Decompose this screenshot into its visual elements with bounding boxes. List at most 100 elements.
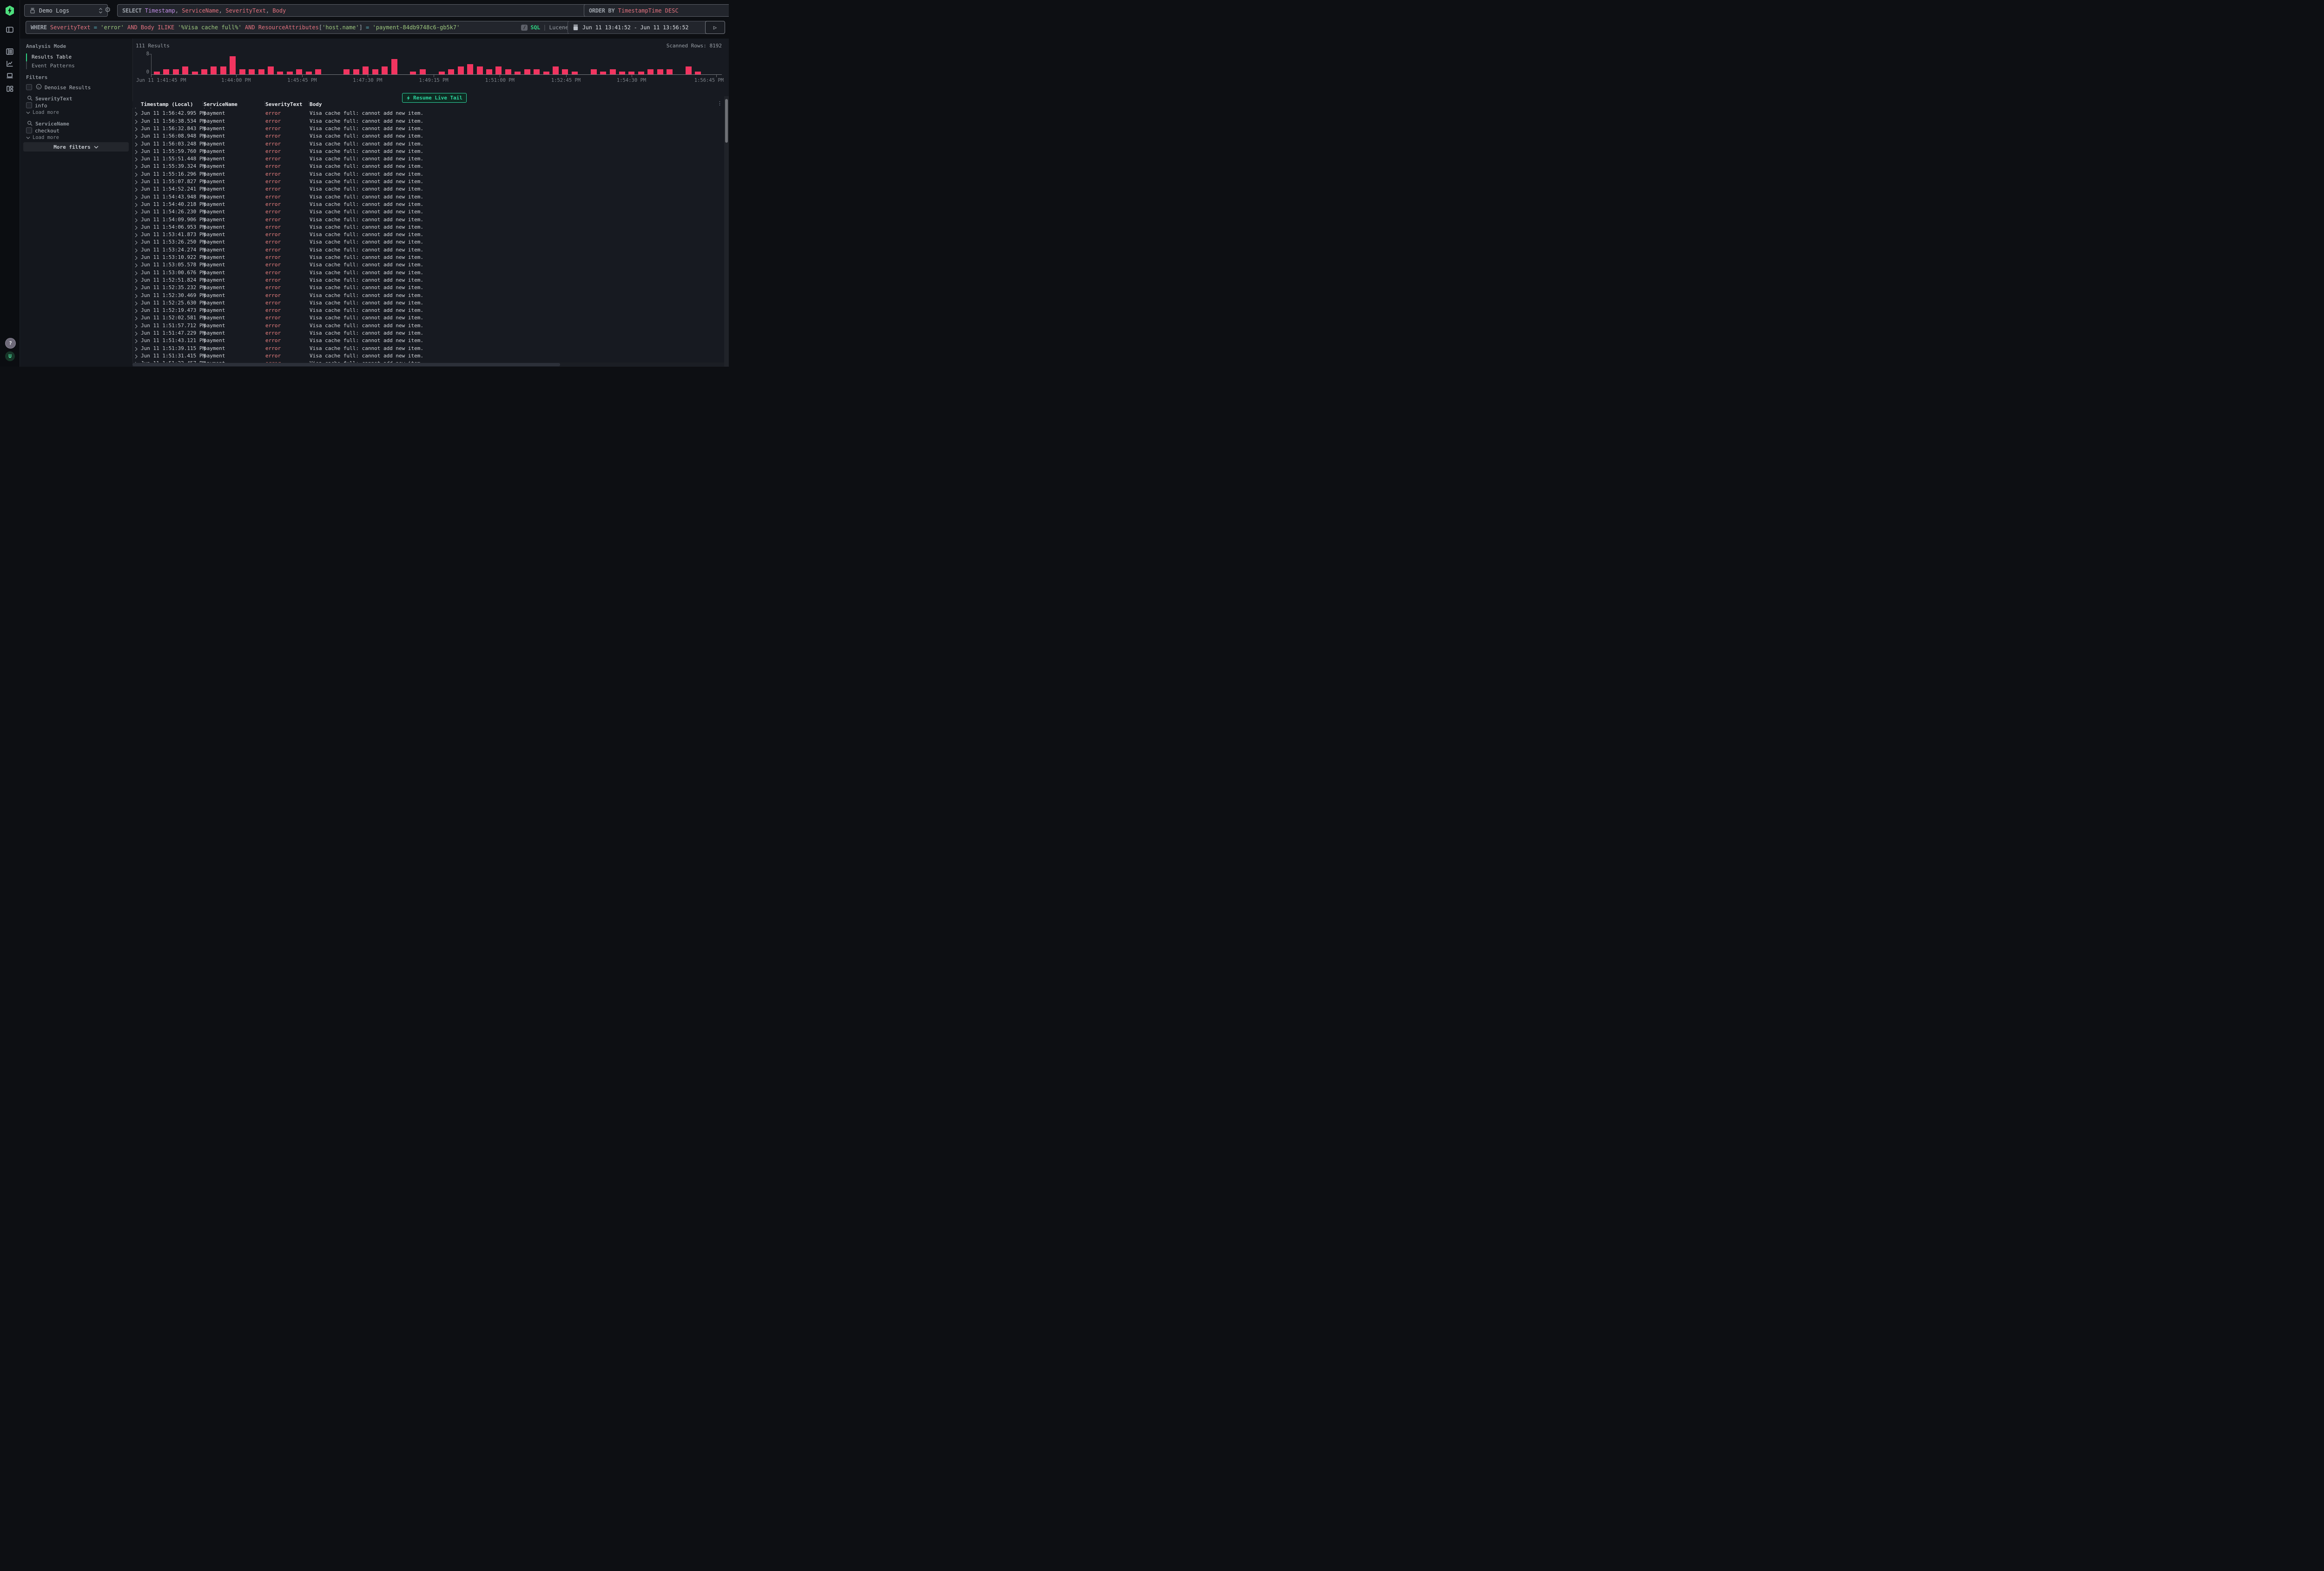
histogram-bar[interactable] — [382, 66, 388, 74]
table-options-icon[interactable]: ⋮ — [717, 100, 722, 106]
collapse-sidebar-icon[interactable] — [6, 26, 14, 34]
histogram-bar[interactable] — [486, 69, 492, 74]
histogram-bar[interactable] — [505, 69, 511, 74]
row-expand-chevron-icon[interactable] — [135, 127, 138, 132]
table-row[interactable]: Jun 11 1:54:26.230 PMpaymenterrorVisa ca… — [132, 208, 724, 216]
vertical-scrollbar[interactable] — [724, 96, 729, 367]
row-expand-chevron-icon[interactable] — [135, 157, 138, 162]
time-range-picker[interactable]: Jun 11 13:41:52 - Jun 11 13:56:52 — [568, 21, 710, 34]
row-expand-chevron-icon[interactable] — [135, 195, 138, 200]
histogram-bar[interactable] — [363, 66, 369, 74]
histogram-bar[interactable] — [391, 59, 397, 74]
table-row[interactable]: Jun 11 1:53:05.578 PMpaymenterrorVisa ca… — [132, 261, 724, 269]
source-select[interactable]: Demo Logs — [24, 4, 108, 17]
more-filters-button[interactable]: More filters — [23, 142, 129, 152]
table-row[interactable]: Jun 11 1:54:06.953 PMpaymenterrorVisa ca… — [132, 224, 724, 231]
load-more-severitytext[interactable]: Load more — [26, 110, 59, 115]
histogram-bar[interactable] — [467, 64, 473, 74]
table-row[interactable]: Jun 11 1:55:07.827 PMpaymenterrorVisa ca… — [132, 178, 724, 186]
table-row[interactable]: Jun 11 1:52:19.473 PMpaymenterrorVisa ca… — [132, 307, 724, 315]
row-expand-chevron-icon[interactable] — [135, 309, 138, 313]
histogram-bar[interactable] — [163, 69, 169, 74]
table-row[interactable]: Jun 11 1:53:26.250 PMpaymenterrorVisa ca… — [132, 238, 724, 246]
filter-option-info-label[interactable]: info — [35, 103, 47, 109]
sessions-laptop-icon[interactable] — [6, 72, 14, 80]
row-expand-chevron-icon[interactable] — [135, 233, 138, 238]
sql-mode-button[interactable]: SQL — [530, 24, 540, 31]
user-avatar[interactable]: U — [5, 351, 15, 361]
table-row[interactable]: Jun 11 1:55:16.296 PMpaymenterrorVisa ca… — [132, 171, 724, 178]
histogram-bar[interactable] — [562, 69, 568, 74]
column-header-servicename[interactable]: ServiceName — [204, 101, 238, 107]
table-row[interactable]: Jun 11 1:52:35.232 PMpaymenterrorVisa ca… — [132, 284, 724, 292]
row-expand-chevron-icon[interactable] — [135, 218, 138, 223]
row-expand-chevron-icon[interactable] — [135, 263, 138, 268]
table-row[interactable]: Jun 11 1:53:24.274 PMpaymenterrorVisa ca… — [132, 246, 724, 254]
denoise-label[interactable]: Denoise Results — [45, 85, 91, 91]
histogram-bar[interactable] — [201, 69, 207, 74]
run-query-button[interactable]: ▷ — [705, 21, 725, 34]
order-by-input[interactable]: ORDER BY TimestampTime DESC — [584, 4, 729, 17]
table-row[interactable]: Jun 11 1:52:51.824 PMpaymenterrorVisa ca… — [132, 277, 724, 284]
histogram-bar[interactable] — [173, 69, 179, 74]
column-header-severitytext[interactable]: SeverityText — [265, 101, 302, 107]
chart-explorer-icon[interactable] — [6, 59, 14, 68]
histogram-bar[interactable] — [647, 69, 654, 74]
column-header-timestamp[interactable]: Timestamp (Local) — [141, 101, 193, 107]
table-row[interactable]: Jun 11 1:51:39.115 PMpaymenterrorVisa ca… — [132, 345, 724, 353]
table-row[interactable]: Jun 11 1:54:09.906 PMpaymenterrorVisa ca… — [132, 216, 724, 224]
search-logs-icon[interactable] — [6, 47, 14, 56]
histogram-bar[interactable] — [686, 66, 692, 74]
histogram-bar[interactable] — [534, 69, 540, 74]
table-row[interactable]: Jun 11 1:54:43.948 PMpaymenterrorVisa ca… — [132, 193, 724, 201]
histogram-bar[interactable] — [220, 66, 226, 74]
histogram-bar[interactable] — [258, 69, 264, 74]
histogram-bar[interactable] — [610, 69, 616, 74]
table-row[interactable]: Jun 11 1:56:08.948 PMpaymenterrorVisa ca… — [132, 132, 724, 140]
row-expand-chevron-icon[interactable] — [135, 339, 138, 343]
sidebar-item-results-table[interactable]: Results Table — [32, 54, 72, 60]
filter-option-info-checkbox[interactable] — [26, 102, 32, 108]
row-expand-chevron-icon[interactable] — [135, 248, 138, 253]
horizontal-scrollbar[interactable] — [132, 363, 724, 367]
row-expand-chevron-icon[interactable] — [135, 286, 138, 290]
row-expand-chevron-icon[interactable] — [135, 187, 138, 192]
row-expand-chevron-icon[interactable] — [135, 331, 138, 336]
row-expand-chevron-icon[interactable] — [135, 225, 138, 230]
where-query-input[interactable]: WHERE SeverityText = 'error' AND Body IL… — [26, 21, 573, 34]
table-row[interactable]: Jun 11 1:51:47.229 PMpaymenterrorVisa ca… — [132, 330, 724, 337]
filter-option-checkout-label[interactable]: checkout — [35, 128, 59, 134]
filter-group-severitytext[interactable]: SeverityText — [35, 96, 72, 102]
table-row[interactable]: Jun 11 1:54:40.218 PMpaymenterrorVisa ca… — [132, 201, 724, 209]
row-expand-chevron-icon[interactable] — [135, 354, 138, 359]
dashboards-icon[interactable] — [6, 85, 14, 93]
histogram-bar[interactable] — [182, 66, 188, 74]
source-settings-gear-icon[interactable]: ⚙ — [105, 6, 111, 14]
table-row[interactable]: Jun 11 1:51:43.121 PMpaymenterrorVisa ca… — [132, 337, 724, 345]
row-expand-chevron-icon[interactable] — [135, 172, 138, 177]
row-expand-chevron-icon[interactable] — [135, 324, 138, 329]
histogram-bar[interactable] — [239, 69, 245, 74]
lucene-mode-button[interactable]: Lucene — [549, 24, 568, 31]
histogram-bar[interactable] — [353, 69, 359, 74]
table-row[interactable]: Jun 11 1:54:52.241 PMpaymenterrorVisa ca… — [132, 185, 724, 193]
histogram-bar[interactable] — [249, 69, 255, 74]
row-expand-chevron-icon[interactable] — [135, 294, 138, 298]
row-expand-chevron-icon[interactable] — [135, 112, 138, 116]
histogram-bar[interactable] — [372, 69, 378, 74]
row-expand-chevron-icon[interactable] — [135, 347, 138, 351]
histogram-bar[interactable] — [230, 56, 236, 74]
row-expand-chevron-icon[interactable] — [135, 150, 138, 154]
histogram-bar[interactable] — [343, 69, 350, 74]
table-row[interactable]: Jun 11 1:55:59.760 PMpaymenterrorVisa ca… — [132, 148, 724, 156]
table-row[interactable]: Jun 11 1:53:00.676 PMpaymenterrorVisa ca… — [132, 269, 724, 277]
row-expand-chevron-icon[interactable] — [135, 165, 138, 169]
histogram-bar[interactable] — [553, 66, 559, 74]
hyperdx-logo-icon[interactable] — [5, 6, 15, 16]
row-expand-chevron-icon[interactable] — [135, 240, 138, 245]
horizontal-scrollbar-thumb[interactable] — [132, 363, 560, 366]
histogram-bar[interactable] — [477, 66, 483, 74]
row-expand-chevron-icon[interactable] — [135, 119, 138, 124]
table-row[interactable]: Jun 11 1:52:30.469 PMpaymenterrorVisa ca… — [132, 292, 724, 300]
denoise-checkbox[interactable] — [26, 84, 32, 90]
